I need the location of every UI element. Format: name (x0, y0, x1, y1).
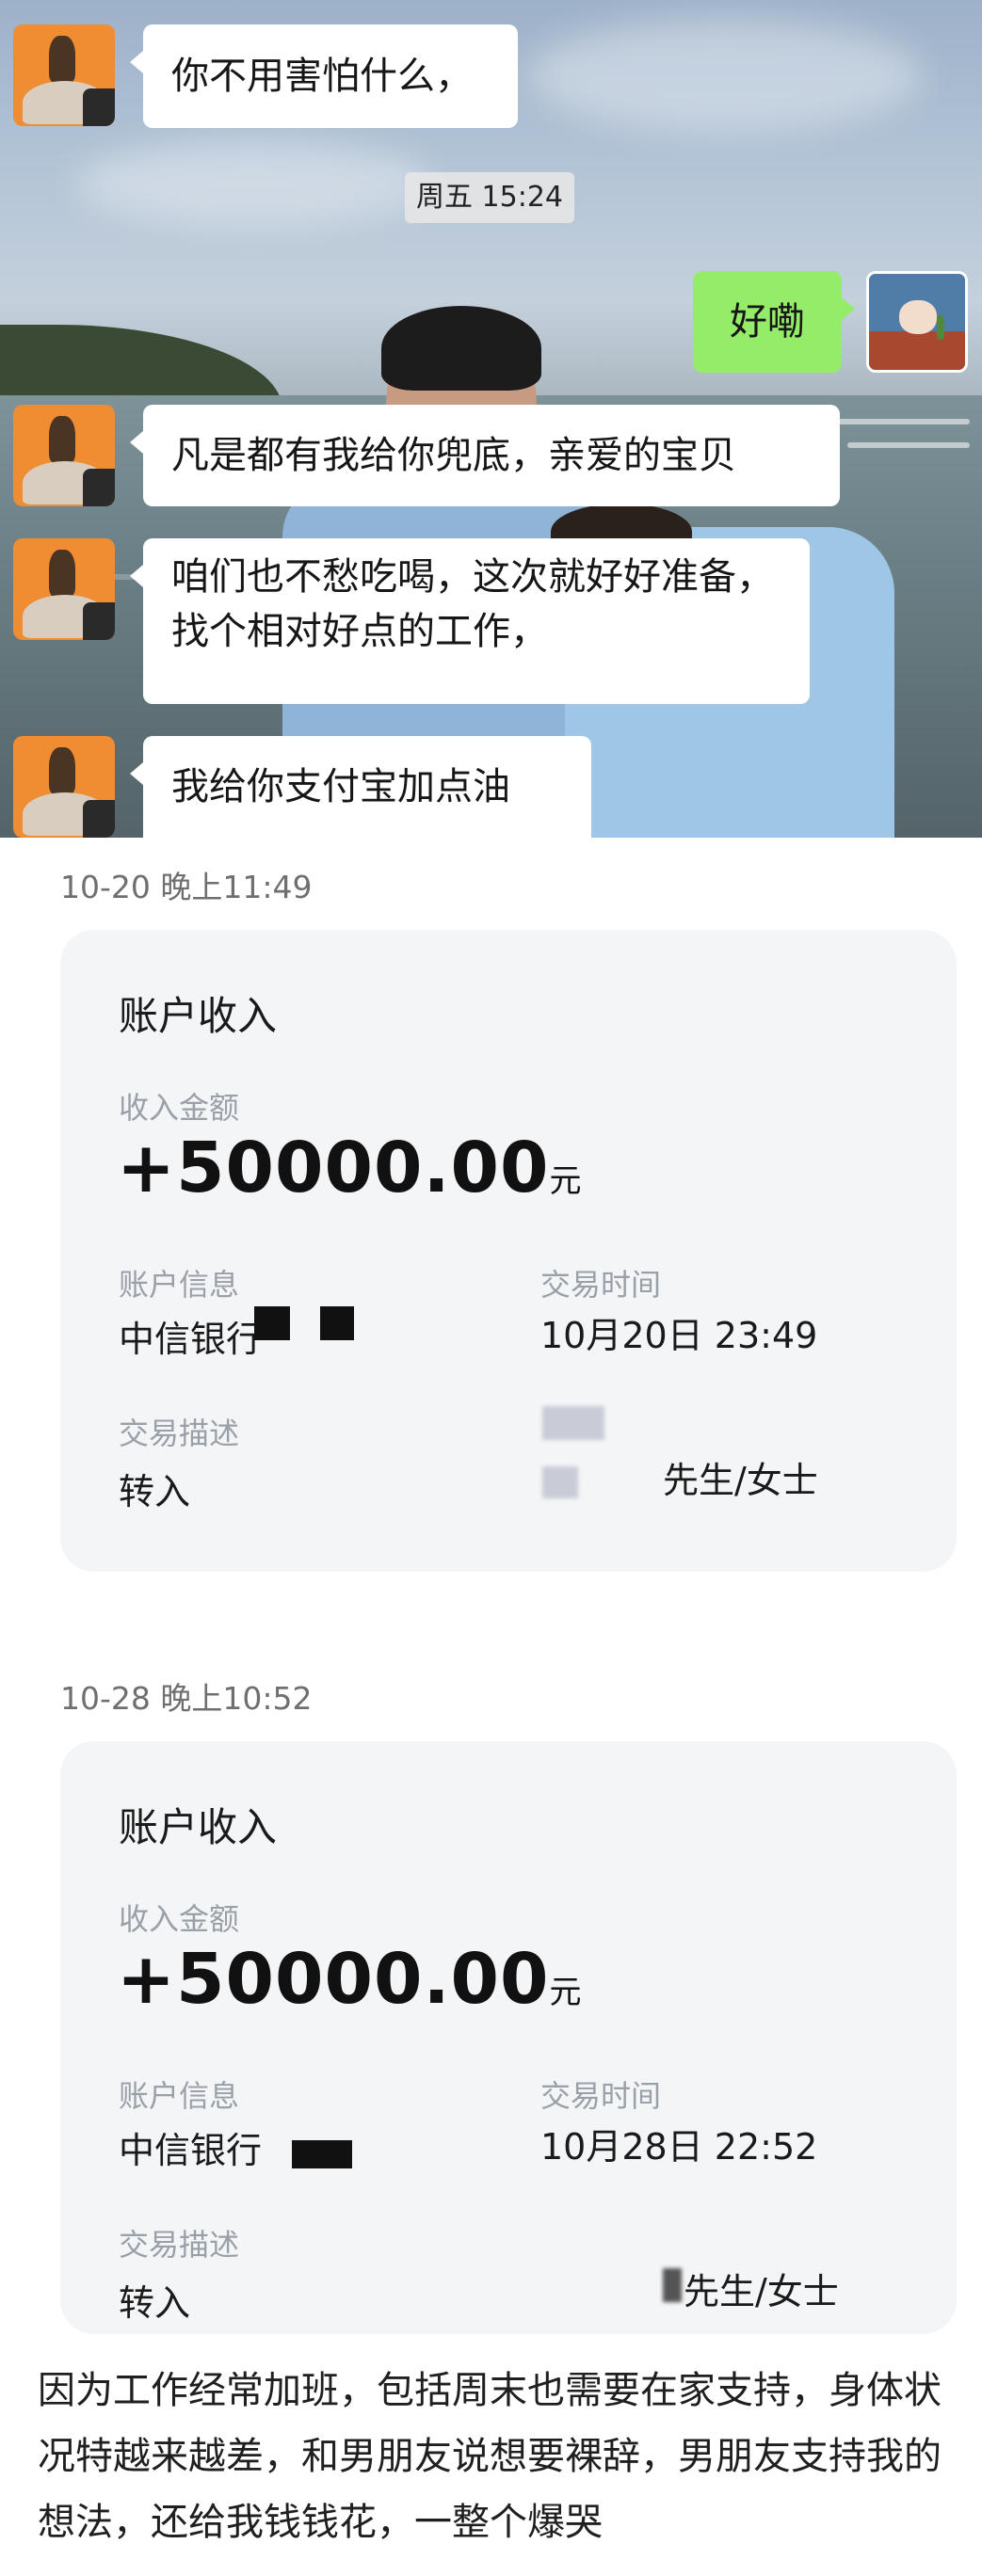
amount-unit: 元 (549, 1162, 583, 1200)
avatar-pig (899, 300, 937, 334)
trade-time-value: 10月20日 23:49 (540, 1315, 818, 1356)
trade-time-label: 交易时间 (540, 1267, 662, 1303)
avatar-figure (49, 36, 75, 83)
blurred-name (542, 1466, 578, 1498)
trade-time-label: 交易时间 (540, 2078, 662, 2114)
avatar-shadow (83, 602, 115, 640)
chat-screenshot: 你不用害怕什么， 周五 15:24 好嘞 凡是都有我给你兜底，亲爱的宝贝 咱们也… (0, 0, 982, 838)
amount-label: 收入金额 (119, 1090, 240, 1126)
chat-message[interactable]: 我给你支付宝加点油 (130, 736, 591, 838)
card-title: 账户收入 (119, 1804, 278, 1850)
photo-person-hair (381, 306, 541, 391)
redaction-mark (292, 2140, 352, 2168)
redaction-mark (320, 1306, 354, 1340)
card-title: 账户收入 (119, 993, 278, 1039)
contact-avatar[interactable] (13, 736, 115, 838)
chat-timestamp: 周五 15:24 (405, 172, 574, 223)
chat-message[interactable]: 咱们也不愁吃喝，这次就好好准备，找个相对好点的工作， (130, 538, 810, 704)
amount-number: +50000.00 (117, 1939, 550, 2020)
avatar-roof (869, 331, 965, 370)
avatar-figure (49, 416, 75, 463)
avatar-figure (49, 747, 75, 794)
desc-value: 转入 (119, 2282, 191, 2324)
blurred-name (542, 1406, 604, 1440)
cloud (527, 19, 923, 132)
transaction-card[interactable]: 账户收入 收入金额 +50000.00元 账户信息 中信银行 交易时间 10月2… (60, 1741, 957, 2334)
account-label: 账户信息 (119, 2078, 240, 2114)
amount-value: +50000.00元 (117, 1128, 583, 1208)
redaction-mark (254, 1306, 290, 1340)
avatar-figure (49, 550, 75, 597)
avatar-shadow (83, 800, 115, 838)
account-value: 中信银行 (119, 2130, 263, 2171)
counterparty-value: 先生/女士 (684, 2271, 839, 2312)
blurred-name (663, 2268, 682, 2302)
wave (829, 419, 970, 424)
account-value: 中信银行 (119, 1319, 263, 1360)
chat-message[interactable]: 你不用害怕什么， (130, 24, 518, 128)
avatar-shadow (83, 88, 115, 126)
avatar-shadow (83, 469, 115, 506)
my-avatar[interactable] (866, 271, 968, 373)
contact-avatar[interactable] (13, 24, 115, 126)
avatar-plant (937, 315, 944, 340)
amount-unit: 元 (549, 1974, 583, 2011)
desc-label: 交易描述 (119, 2227, 240, 2263)
amount-number: +50000.00 (117, 1128, 550, 1208)
trade-time-value: 10月28日 22:52 (540, 2126, 818, 2168)
chat-message[interactable]: 凡是都有我给你兜底，亲爱的宝贝 (130, 405, 840, 506)
transaction-card[interactable]: 账户收入 收入金额 +50000.00元 账户信息 中信银行 交易时间 10月2… (60, 930, 957, 1572)
record-timestamp: 10-20 晚上11:49 (60, 869, 313, 905)
contact-avatar[interactable] (13, 538, 115, 640)
account-label: 账户信息 (119, 1267, 240, 1303)
record-timestamp: 10-28 晚上10:52 (60, 1680, 313, 1717)
cloud (75, 141, 433, 226)
amount-value: +50000.00元 (117, 1939, 583, 2020)
wave (847, 442, 970, 448)
chat-message[interactable]: 好嘞 (693, 271, 855, 373)
desc-label: 交易描述 (119, 1416, 240, 1451)
contact-avatar[interactable] (13, 405, 115, 506)
post-caption: 因为工作经常加班，包括周末也需要在家支持，身体状况特越来越差，和男朋友说想要裸辞… (38, 2369, 942, 2544)
desc-value: 转入 (119, 1471, 191, 1512)
amount-label: 收入金额 (119, 1901, 240, 1937)
counterparty-value: 先生/女士 (663, 1460, 818, 1501)
